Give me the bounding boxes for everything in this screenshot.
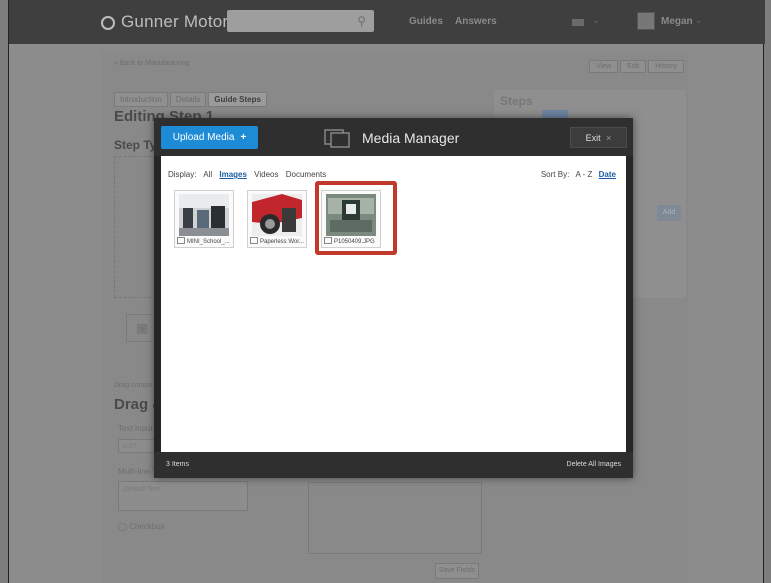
nav-guides[interactable]: Guides (409, 16, 443, 27)
view-tabs: View Edit History (587, 60, 684, 73)
checkbox-label: Checkbox (129, 522, 165, 531)
user-name[interactable]: Megan (661, 16, 693, 27)
search-icon[interactable]: ⚲ (357, 14, 366, 28)
media-caption: MINI_School_... (177, 237, 230, 245)
media-name: MINI_School_... (187, 239, 230, 245)
upload-media-button[interactable]: Upload Media + (161, 126, 258, 149)
drag-components-label: Drag compo (114, 382, 153, 389)
filter-images[interactable]: Images (219, 170, 247, 179)
checkbox-icon[interactable]: ◯ (118, 522, 127, 531)
add-button[interactable]: Add (657, 205, 681, 221)
media-caption: Paperless Wor... (250, 237, 304, 245)
delete-all-images-button[interactable]: Delete All Images (567, 461, 621, 468)
text-input-field[interactable]: 0.07 (118, 439, 158, 453)
media-thumbnail (179, 194, 229, 236)
media-name: Paperless Wor... (260, 239, 304, 245)
image-file-icon (250, 237, 258, 244)
user-chevron-down-icon[interactable]: ⌄ (695, 15, 703, 26)
close-icon: × (606, 133, 612, 143)
media-manager-icon (324, 129, 350, 148)
filter-documents[interactable]: Documents (286, 170, 326, 179)
media-thumbnail (252, 194, 302, 236)
exit-label: Exit (585, 133, 601, 143)
sort-options: Sort By: A - Z Date (541, 170, 616, 179)
media-item[interactable]: Paperless Wor... (247, 190, 307, 248)
tab-view[interactable]: View (589, 60, 619, 73)
exit-button[interactable]: Exit × (570, 127, 627, 148)
step-type-heading: Step Ty (114, 138, 157, 152)
image-file-icon (177, 237, 185, 244)
display-filters: Display: All Images Videos Documents (168, 170, 331, 179)
steps-heading: Steps (500, 94, 533, 108)
checkbox-component[interactable]: ◯ Checkbox (118, 522, 165, 531)
multiline-label: Multi-line T (118, 467, 157, 476)
plus-icon: + (240, 132, 247, 143)
tab-introduction[interactable]: Introduction (114, 92, 168, 107)
text-input-label: Text Input (118, 424, 153, 433)
language-flag-icon[interactable] (572, 19, 584, 26)
avatar[interactable] (637, 12, 655, 30)
filter-videos[interactable]: Videos (254, 170, 278, 179)
guide-tabs: Introduction Details Guide Steps (114, 92, 269, 107)
back-link[interactable]: « Back to Manufacturing (114, 60, 190, 67)
tab-details[interactable]: Details (169, 92, 207, 107)
sort-a-z[interactable]: A - Z (576, 170, 593, 179)
media-item[interactable]: MINI_School_... (174, 190, 234, 248)
modal-header: Upload Media + Media Manager Exit × (154, 118, 633, 156)
top-navbar: Gunner Motors ⚲ Guides Answers ⌄ Megan ⌄ (9, 0, 765, 44)
modal-title: Media Manager (362, 130, 460, 146)
sort-label: Sort By: (540, 170, 570, 179)
logo-icon (101, 16, 115, 30)
tab-guide-steps[interactable]: Guide Steps (208, 92, 267, 107)
search-input[interactable]: ⚲ (227, 10, 374, 32)
sort-date[interactable]: Date (599, 170, 616, 179)
upload-label: Upload Media (172, 132, 235, 143)
multiline-field[interactable]: Default Text (118, 481, 248, 511)
tab-edit[interactable]: Edit (620, 60, 647, 73)
site-logo[interactable]: Gunner Motors (101, 12, 237, 32)
filter-all[interactable]: All (203, 170, 212, 179)
logo-text: Gunner Motors (121, 12, 237, 31)
save-fields-button[interactable]: Save Fields (435, 563, 479, 579)
modal-footer: 3 Items Delete All Images (154, 452, 633, 478)
selection-highlight (315, 181, 397, 255)
nav-answers[interactable]: Answers (455, 16, 497, 27)
preview-box (308, 482, 482, 554)
chevron-down-icon[interactable]: ⌄ (592, 15, 600, 26)
media-manager-modal: Upload Media + Media Manager Exit × Displ… (154, 118, 633, 478)
tab-history[interactable]: History (648, 60, 684, 73)
item-count: 3 Items (166, 461, 189, 468)
display-label: Display: (168, 170, 197, 179)
